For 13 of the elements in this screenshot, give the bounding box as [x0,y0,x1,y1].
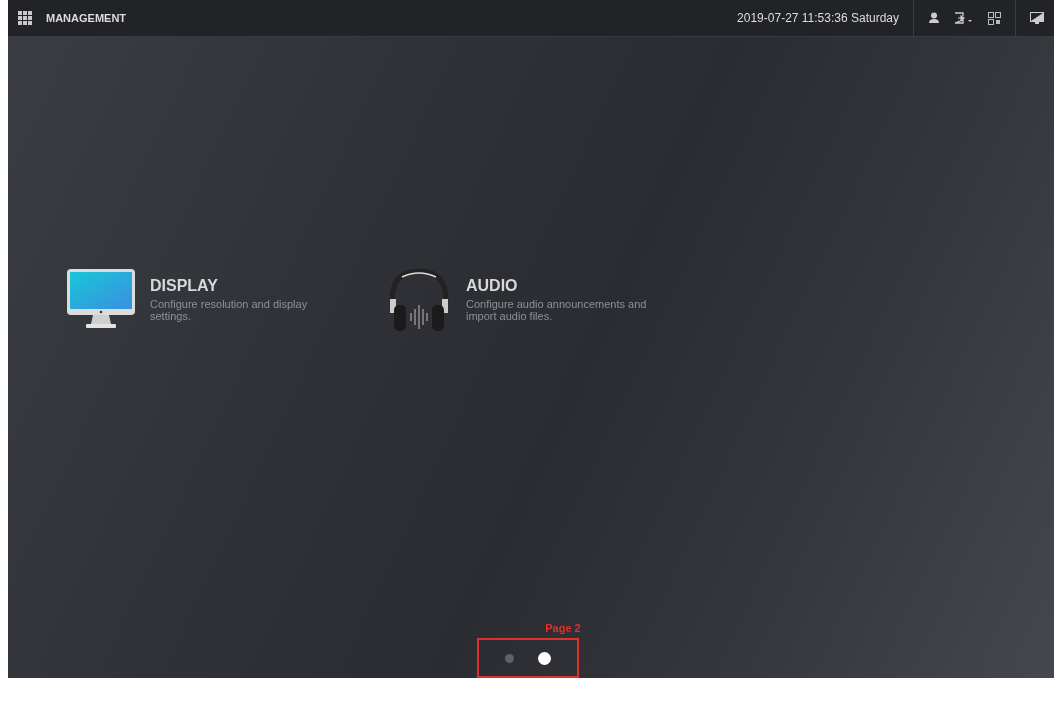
annotation-label: Page 2 [545,622,581,634]
tile-description: Configure audio announcements and import audio files. [466,298,648,322]
page-dot[interactable] [538,651,551,665]
tile-title[interactable]: DISPLAY [150,277,350,295]
date-time: 2019-07-27 11:53:36 Saturday [737,11,899,25]
apps-grid-icon[interactable] [18,11,32,25]
user-icon[interactable] [928,12,940,24]
qr-code-icon[interactable] [988,11,1001,25]
tile-description: Configure resolution and display settings. [150,298,309,322]
page-title: MANAGEMENT [46,12,127,24]
monitor-icon[interactable] [1030,11,1044,25]
tile-title[interactable]: AUDIO [466,277,666,295]
page-dot[interactable] [505,653,514,663]
